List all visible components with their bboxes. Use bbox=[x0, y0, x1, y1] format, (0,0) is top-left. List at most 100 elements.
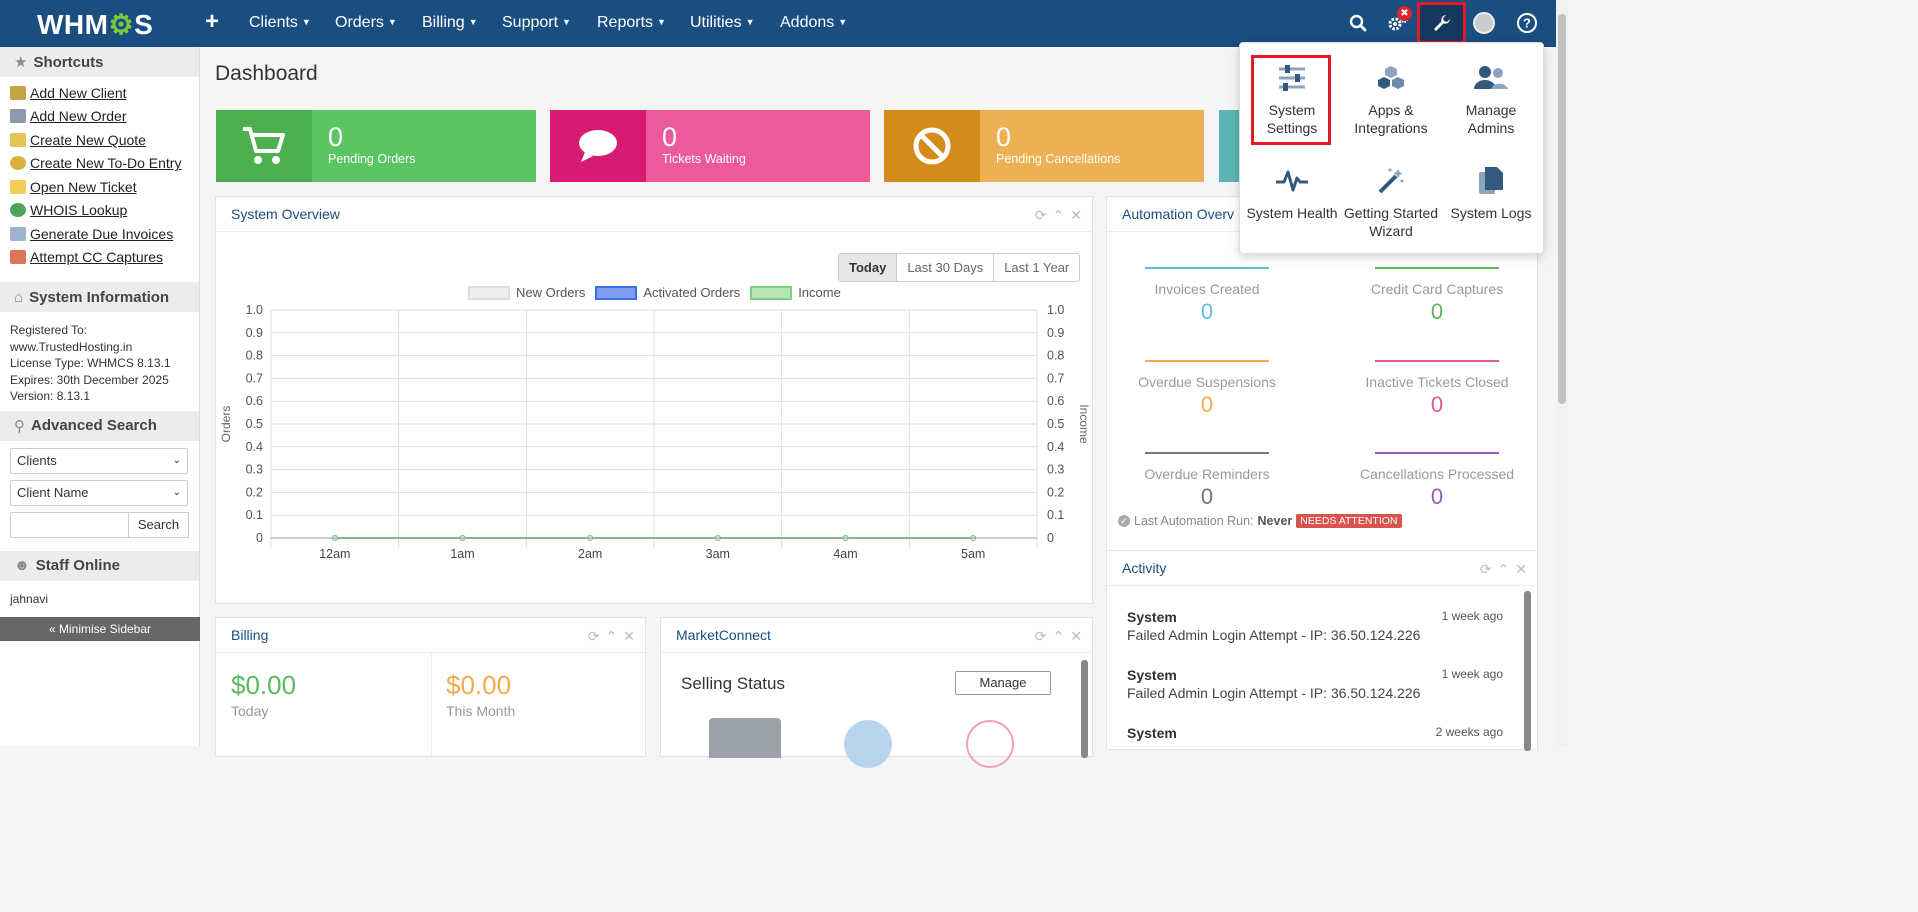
y2-tick-label: 0 bbox=[1047, 531, 1054, 545]
refresh-icon[interactable]: ⟳ bbox=[1035, 207, 1047, 224]
credit-card-icon bbox=[10, 250, 26, 265]
top-navbar: WHM⚙S + Clients ▼ Orders ▼ Billing ▼ Suppor… bbox=[0, 0, 1556, 47]
nav-clients[interactable]: Clients ▼ bbox=[249, 14, 311, 32]
help-icon[interactable]: ? bbox=[1512, 8, 1542, 38]
stat-pending-cancellations[interactable]: 0 Pending Cancellations bbox=[884, 110, 1204, 182]
service-logo[interactable] bbox=[709, 718, 781, 758]
panel-title: Billing bbox=[231, 627, 269, 643]
y-tick-label: 0.5 bbox=[246, 417, 263, 431]
marketconnect-scrollbar[interactable] bbox=[1081, 660, 1088, 758]
search-input[interactable] bbox=[10, 511, 129, 538]
dropdown-apps-integrations[interactable]: Apps & Integrations bbox=[1341, 63, 1441, 137]
page-title: Dashboard bbox=[215, 62, 318, 85]
system-info-text: Registered To: www.TrustedHosting.in Lic… bbox=[10, 323, 171, 403]
notification-badge[interactable]: ✖ bbox=[1397, 6, 1412, 21]
staff-online-user: jahnavi bbox=[10, 591, 49, 606]
invoice-icon bbox=[10, 226, 26, 241]
nav-support[interactable]: Support ▼ bbox=[502, 14, 571, 32]
check-circle-icon: ✓ bbox=[1118, 515, 1130, 527]
nav-addons[interactable]: Addons ▼ bbox=[780, 14, 847, 32]
chevron-up-icon[interactable]: ⌃ bbox=[1498, 561, 1510, 578]
staff-online-heading: ☻ Staff Online bbox=[0, 550, 199, 581]
panel-title: MarketConnect bbox=[676, 627, 771, 643]
shortcuts-heading: ★ Shortcuts bbox=[0, 47, 199, 77]
shortcut-open-new-ticket[interactable]: Open New Ticket bbox=[0, 175, 199, 199]
nav-reports[interactable]: Reports ▼ bbox=[597, 14, 666, 32]
shortcut-attempt-cc-captures[interactable]: Attempt CC Captures bbox=[0, 246, 199, 270]
stat-tickets-waiting[interactable]: 0 Tickets Waiting bbox=[550, 110, 870, 182]
chevron-up-icon[interactable]: ⌃ bbox=[1053, 628, 1065, 645]
search-icon[interactable] bbox=[1343, 8, 1373, 38]
needs-attention-badge[interactable]: NEEDS ATTENTION bbox=[1296, 514, 1402, 528]
refresh-icon[interactable]: ⟳ bbox=[588, 628, 600, 645]
automation-credit-card-captures: Credit Card Captures 0 bbox=[1337, 267, 1537, 325]
shortcut-add-new-order[interactable]: Add New Order bbox=[0, 105, 199, 129]
dropdown-getting-started-wizard[interactable]: Getting Started Wizard bbox=[1341, 166, 1441, 240]
close-icon[interactable]: ✕ bbox=[1070, 207, 1082, 224]
dropdown-manage-admins[interactable]: Manage Admins bbox=[1441, 63, 1541, 137]
ticket-icon bbox=[10, 179, 26, 194]
search-type-select[interactable]: Clients ⌄ bbox=[10, 447, 188, 474]
stat-pending-orders[interactable]: 0 Pending Orders bbox=[216, 110, 536, 182]
stat-label: Pending Cancellations bbox=[996, 152, 1121, 166]
y-tick-label: 0.3 bbox=[246, 463, 263, 477]
close-icon[interactable]: ✕ bbox=[1515, 561, 1527, 578]
shortcut-generate-due-invoices[interactable]: Generate Due Invoices bbox=[0, 222, 199, 246]
shortcut-whois-lookup[interactable]: WHOIS Lookup bbox=[0, 199, 199, 223]
advanced-search-heading: ⚲ Advanced Search bbox=[0, 410, 199, 441]
search-button[interactable]: Search bbox=[129, 511, 189, 538]
refresh-icon[interactable]: ⟳ bbox=[1480, 561, 1492, 578]
y2-tick-label: 0.5 bbox=[1047, 417, 1064, 431]
chevron-up-icon[interactable]: ⌃ bbox=[606, 628, 618, 645]
home-icon: ⌂ bbox=[14, 288, 24, 306]
heartbeat-icon bbox=[1242, 166, 1342, 196]
service-logo[interactable] bbox=[966, 720, 1014, 768]
tab-today[interactable]: Today bbox=[839, 254, 897, 281]
dropdown-system-logs[interactable]: System Logs bbox=[1441, 166, 1541, 222]
shortcut-create-new-quote[interactable]: Create New Quote bbox=[0, 128, 199, 152]
dropdown-system-settings[interactable]: System Settings bbox=[1242, 63, 1342, 137]
nav-utilities[interactable]: Utilities ▼ bbox=[690, 14, 754, 32]
tab-last-30-days[interactable]: Last 30 Days bbox=[896, 254, 993, 281]
minimise-sidebar-button[interactable]: « Minimise Sidebar bbox=[0, 617, 200, 641]
nav-billing[interactable]: Billing ▼ bbox=[422, 14, 478, 32]
page-scrollbar[interactable] bbox=[1556, 0, 1568, 746]
dropdown-system-health[interactable]: System Health bbox=[1242, 166, 1342, 222]
activity-panel: Activity ⟳ ⌃ ✕ System 1 week ago Failed Admi… bbox=[1106, 550, 1538, 751]
billing-today: $0.00 Today bbox=[231, 670, 297, 719]
sidebar: ★ Shortcuts Add New Client Add New Order … bbox=[0, 47, 200, 746]
nav-orders[interactable]: Orders ▼ bbox=[335, 14, 397, 32]
wrench-icon[interactable] bbox=[1417, 2, 1466, 44]
search-field-select[interactable]: Client Name ⌄ bbox=[10, 479, 188, 506]
y2-tick-label: 0.9 bbox=[1047, 326, 1064, 340]
activity-item: System 1 week ago Failed Admin Login Attem… bbox=[1127, 667, 1503, 701]
activity-scrollbar[interactable] bbox=[1524, 591, 1531, 751]
shortcut-add-new-client[interactable]: Add New Client bbox=[0, 81, 199, 105]
whmcs-logo[interactable]: WHM⚙S bbox=[37, 8, 153, 41]
x-tick-label: 4am bbox=[833, 547, 857, 561]
activity-item: System 1 week ago Failed Admin Login Attem… bbox=[1127, 609, 1503, 643]
manage-button[interactable]: Manage bbox=[955, 671, 1051, 695]
tab-last-1-year[interactable]: Last 1 Year bbox=[993, 254, 1079, 281]
billing-panel: Billing ⟳ ⌃ ✕ $0.00 Today $0.00 This Month bbox=[215, 617, 646, 758]
shortcut-create-todo[interactable]: Create New To-Do Entry bbox=[0, 152, 199, 176]
panel-title: Automation Overv bbox=[1122, 206, 1235, 222]
refresh-icon[interactable]: ⟳ bbox=[1035, 628, 1047, 645]
avatar[interactable] bbox=[1473, 12, 1495, 34]
x-tick-label: 12am bbox=[319, 547, 350, 561]
billing-this-month: $0.00 This Month bbox=[446, 670, 516, 719]
close-icon[interactable]: ✕ bbox=[623, 628, 635, 645]
chevron-up-icon[interactable]: ⌃ bbox=[1053, 207, 1065, 224]
x-tick-label: 2am bbox=[578, 547, 602, 561]
documents-icon bbox=[1441, 166, 1541, 196]
y-tick-label: 0.7 bbox=[246, 371, 263, 385]
automation-invoices-created: Invoices Created 0 bbox=[1107, 267, 1307, 325]
ban-icon bbox=[884, 110, 980, 182]
quick-add-button[interactable]: + bbox=[205, 8, 219, 36]
service-logo[interactable] bbox=[844, 720, 892, 768]
y2-tick-label: 0.6 bbox=[1047, 394, 1064, 408]
stat-value: 0 bbox=[328, 122, 344, 152]
y-tick-label: 0.6 bbox=[246, 394, 263, 408]
close-icon[interactable]: ✕ bbox=[1070, 628, 1082, 645]
marketconnect-panel: MarketConnect ⟳ ⌃ ✕ Selling Status Manage bbox=[660, 617, 1093, 768]
